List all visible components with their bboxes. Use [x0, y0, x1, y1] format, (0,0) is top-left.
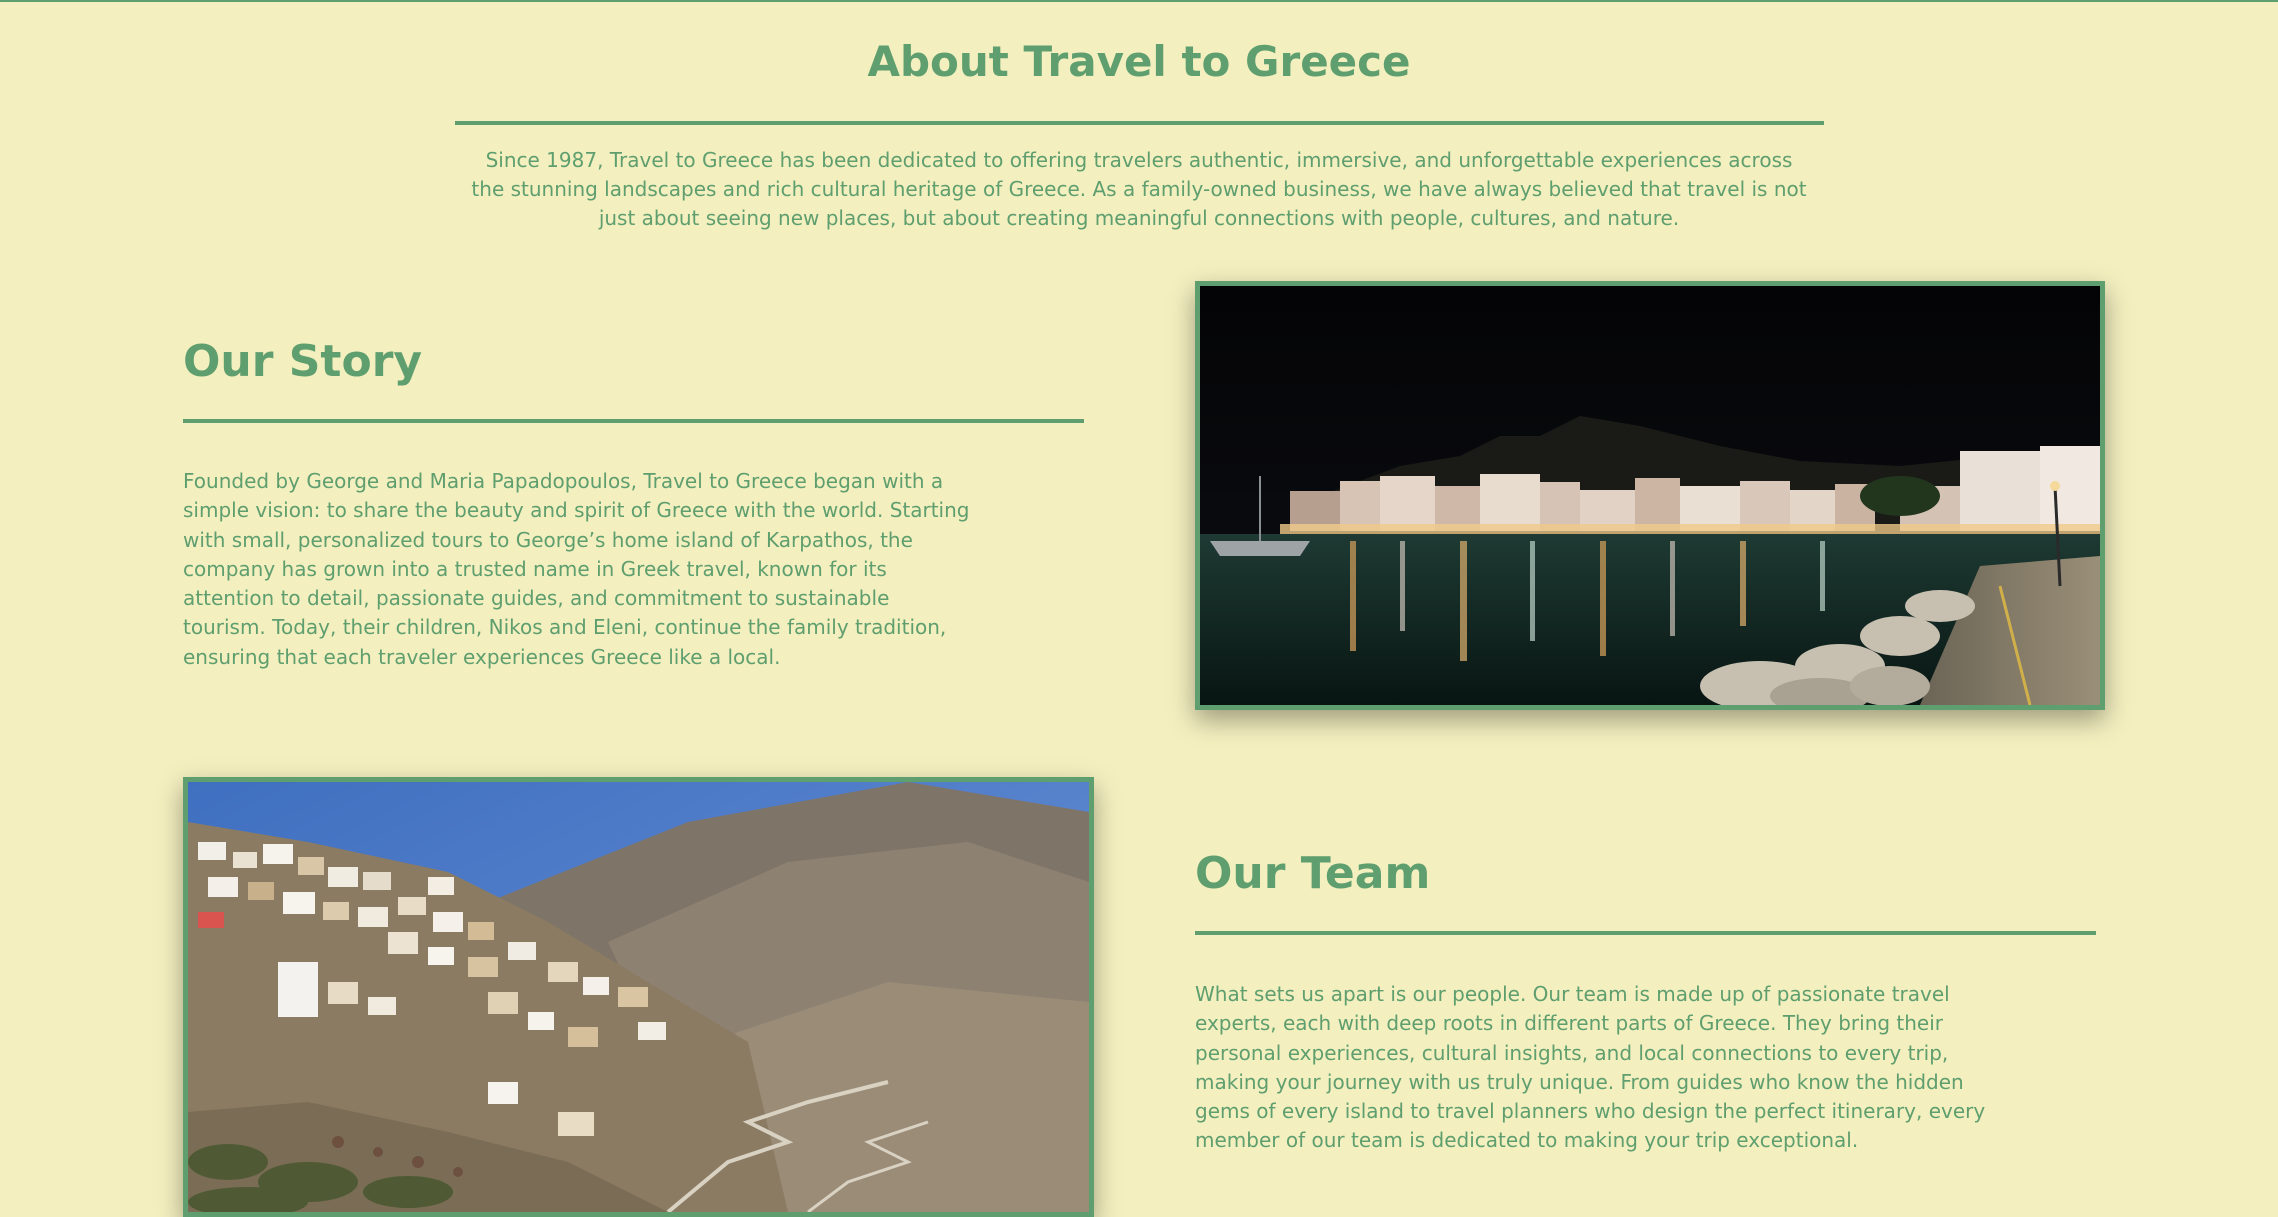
story-heading: Our Story [183, 336, 423, 387]
top-border [0, 0, 2278, 2]
story-paragraph: Founded by George and Maria Papadopoulos… [183, 469, 970, 669]
team-divider [1195, 931, 2096, 935]
team-heading: Our Team [1195, 848, 1431, 899]
harbor-night-photo [1195, 281, 2105, 710]
harbor-night-image [1200, 286, 2100, 705]
story-divider [183, 419, 1084, 423]
team-paragraph: What sets us apart is our people. Our te… [1195, 982, 1986, 1153]
title-divider [455, 121, 1824, 125]
village-hillside-photo [183, 777, 1094, 1217]
intro-paragraph: Since 1987, Travel to Greece has been de… [471, 148, 1807, 230]
page-title: About Travel to Greece [867, 37, 1411, 86]
village-hillside-image [188, 782, 1089, 1212]
